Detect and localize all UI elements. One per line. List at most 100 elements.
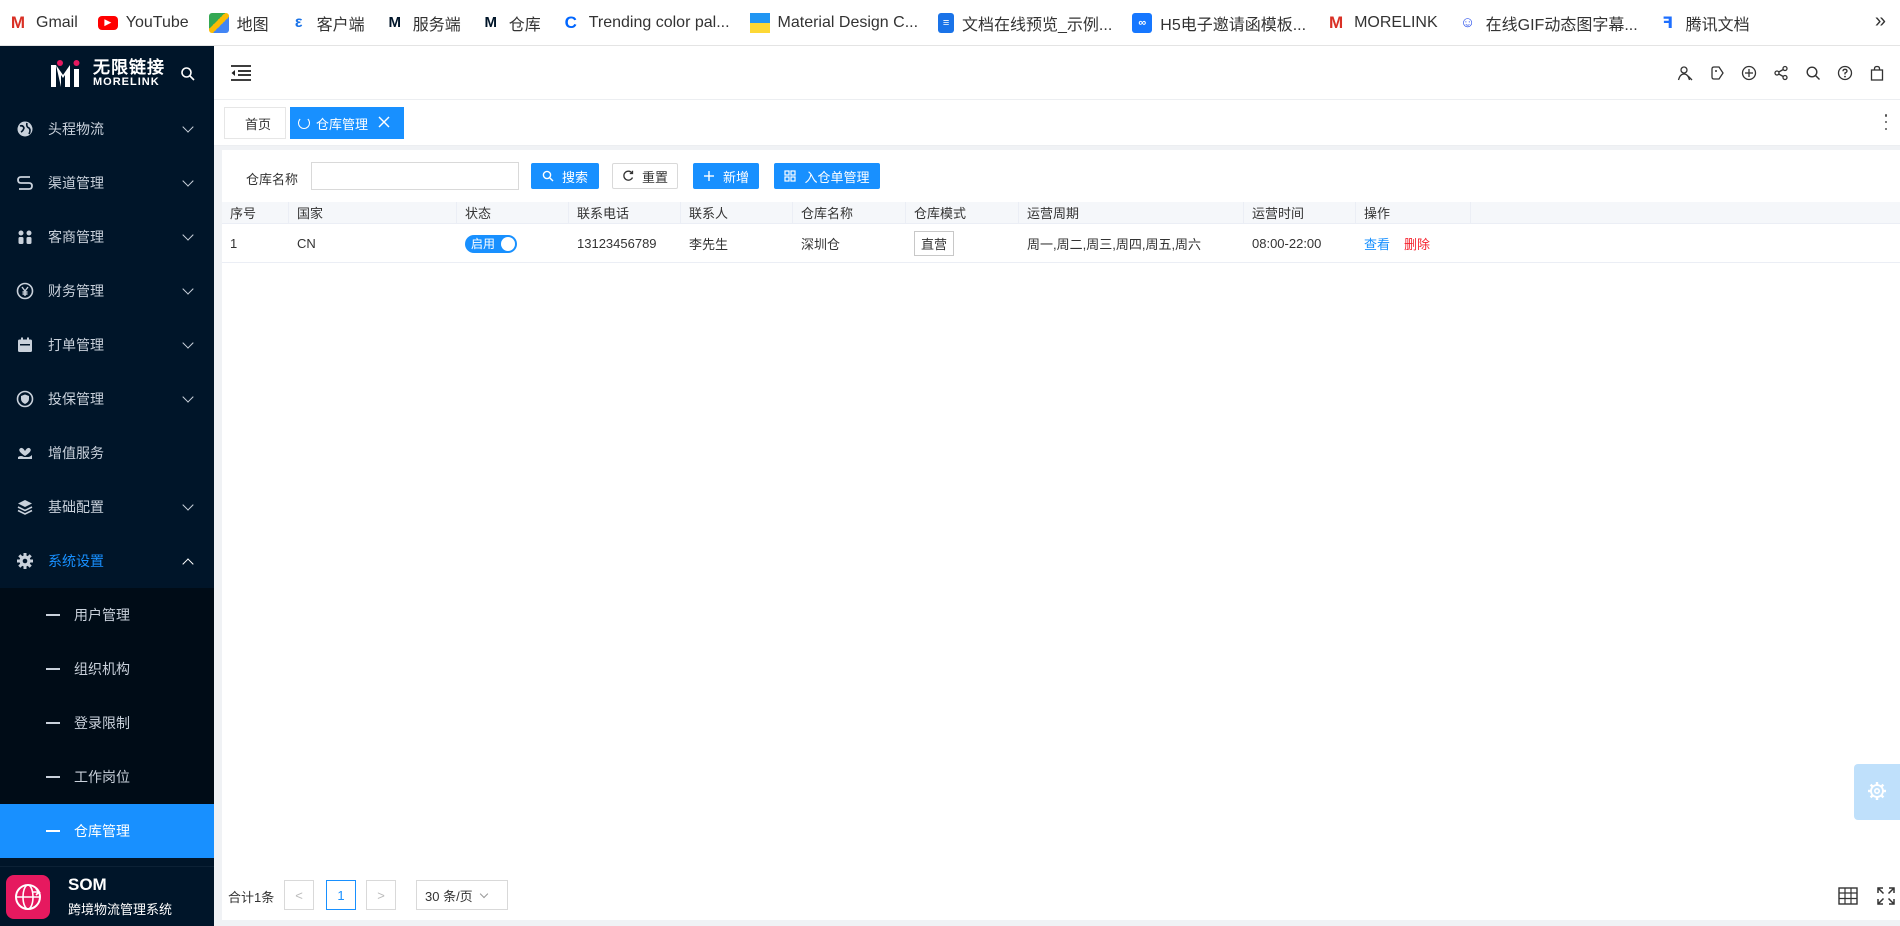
bookmark-material[interactable]: Material Design C... — [749, 0, 918, 46]
gear-icon — [16, 552, 34, 570]
sidebar-item-warehouse-management[interactable]: 仓库管理 — [0, 804, 214, 858]
share-icon[interactable] — [1772, 64, 1790, 82]
chevron-down-icon — [182, 229, 194, 241]
column-header[interactable]: 状态 — [457, 202, 569, 223]
column-header[interactable]: 操作 — [1356, 202, 1471, 223]
add-button[interactable]: 新增 — [693, 163, 759, 189]
fullscreen-icon[interactable] — [1876, 886, 1896, 906]
sidebar: 无限链接 MORELINK 头程物流 渠道管理 客商管理 财务管理 打单管理 投… — [0, 46, 214, 926]
app-subtitle: 跨境物流管理系统 — [68, 902, 173, 917]
column-header[interactable]: 仓库名称 — [793, 202, 906, 223]
sidebar-item-insurance-management[interactable]: 投保管理 — [0, 372, 214, 426]
theme-settings-button[interactable] — [1854, 764, 1900, 820]
sidebar-item-user-management[interactable]: 用户管理 — [0, 588, 214, 642]
bookmark-label: 地图 — [236, 16, 269, 34]
dash-icon — [46, 668, 60, 670]
user-switch-icon[interactable] — [1676, 64, 1694, 82]
column-header[interactable]: 运营时间 — [1244, 202, 1356, 223]
table-settings-icon[interactable] — [1838, 886, 1858, 906]
prev-page-button[interactable]: < — [284, 880, 314, 910]
bookmark-tencent-doc[interactable]: ꟻ 腾讯文档 — [1658, 0, 1749, 46]
cell-actions: 查看 删除 — [1356, 225, 1471, 262]
bookmark-doc-preview[interactable]: ≡ 文档在线预览_示例... — [938, 0, 1112, 46]
bookmark-warehouse[interactable]: M 仓库 — [481, 0, 541, 46]
plus-icon — [703, 170, 715, 182]
shopping-bag-icon[interactable] — [1868, 64, 1886, 82]
gmail-icon: M — [10, 12, 26, 32]
add-button-label: 新增 — [722, 169, 749, 185]
bookmark-gif[interactable]: ☺ 在线GIF动态图字幕... — [1458, 0, 1638, 46]
column-header[interactable]: 国家 — [289, 202, 457, 223]
bookmark-server[interactable]: M 服务端 — [385, 0, 460, 46]
gear-icon — [1866, 780, 1888, 805]
inbound-order-button[interactable]: 入仓单管理 — [774, 163, 880, 189]
sidebar-item-system-settings[interactable]: 系统设置 — [0, 534, 214, 588]
collapse-menu-icon[interactable] — [230, 64, 252, 82]
column-header[interactable]: 联系人 — [681, 202, 793, 223]
sidebar-item-organization[interactable]: 组织机构 — [0, 642, 214, 696]
bookmark-label: 客户端 — [316, 16, 365, 34]
calendar-icon — [16, 336, 34, 354]
delete-link[interactable]: 删除 — [1404, 234, 1430, 253]
sidebar-item-value-added-services[interactable]: 增值服务 — [0, 426, 214, 480]
column-header[interactable]: 运营周期 — [1019, 202, 1244, 223]
bookmark-coolors[interactable]: C Trending color pal... — [561, 0, 730, 46]
next-page-button[interactable]: > — [366, 880, 396, 910]
doc-icon: ≡ — [938, 12, 955, 33]
sidebar-item-label: 增值服务 — [48, 445, 104, 461]
client-icon: ε — [294, 13, 303, 31]
bookmarks-bar: M Gmail ▶ YouTube 地图 ε 客户端 M 服务端 M 仓库 C … — [0, 0, 1900, 46]
close-icon[interactable] — [378, 116, 390, 128]
sidebar-item-login-restriction[interactable]: 登录限制 — [0, 696, 214, 750]
warehouse-name-input[interactable] — [311, 162, 519, 190]
bookmark-client[interactable]: ε 客户端 — [289, 0, 365, 46]
search-icon[interactable] — [180, 66, 196, 82]
bookmark-youtube[interactable]: ▶ YouTube — [97, 0, 189, 46]
cell-country: CN — [297, 236, 316, 251]
refresh-icon[interactable] — [298, 117, 310, 129]
bookmark-label: 仓库 — [508, 16, 541, 34]
sidebar-item-finance-management[interactable]: 财务管理 — [0, 264, 214, 318]
gif-icon: ☺ — [1459, 14, 1476, 31]
toggle-knob — [501, 236, 515, 251]
search-icon[interactable] — [1804, 64, 1822, 82]
sidebar-item-order-printing[interactable]: 打单管理 — [0, 318, 214, 372]
app-switcher[interactable]: SOM 跨境物流管理系统 — [0, 866, 214, 926]
page-number-button[interactable]: 1 — [326, 880, 356, 910]
reset-button[interactable]: 重置 — [612, 163, 678, 189]
bookmark-morelink[interactable]: M MORELINK — [1326, 0, 1438, 46]
sidebar-item-label: 头程物流 — [48, 121, 104, 137]
bookmarks-overflow-button[interactable]: » — [1875, 10, 1886, 33]
top-header — [214, 46, 1900, 100]
sidebar-item-channel-management[interactable]: 渠道管理 — [0, 156, 214, 210]
search-icon — [542, 170, 554, 182]
bookmark-maps[interactable]: 地图 — [208, 0, 269, 46]
filter-bar: 仓库名称 搜索 重置 新增 入仓单管理 — [222, 150, 1900, 202]
logo[interactable]: 无限链接 MORELINK — [0, 46, 214, 102]
sidebar-item-first-leg-logistics[interactable]: 头程物流 — [0, 102, 214, 156]
column-header[interactable]: 序号 — [222, 202, 289, 223]
sidebar-item-basic-config[interactable]: 基础配置 — [0, 480, 214, 534]
users-icon — [16, 228, 34, 246]
more-vertical-icon[interactable] — [1884, 114, 1888, 130]
search-button[interactable]: 搜索 — [531, 163, 599, 189]
sidebar-item-label: 仓库管理 — [74, 823, 130, 839]
tab-home[interactable]: 首页 — [224, 107, 286, 139]
column-header[interactable]: 联系电话 — [569, 202, 681, 223]
sidebar-item-merchant-management[interactable]: 客商管理 — [0, 210, 214, 264]
view-link[interactable]: 查看 — [1364, 234, 1390, 253]
lock-screen-icon[interactable] — [1740, 64, 1758, 82]
chevron-down-icon — [182, 337, 194, 349]
bookmark-gmail[interactable]: M Gmail — [8, 0, 78, 46]
globe-icon — [16, 120, 34, 138]
som-logo-icon — [6, 874, 50, 919]
page-size-select[interactable]: 30 条/页 — [416, 880, 508, 910]
tag-icon[interactable] — [1708, 64, 1726, 82]
status-toggle[interactable]: 启用 — [465, 234, 517, 253]
help-icon[interactable] — [1836, 64, 1854, 82]
sidebar-item-job-positions[interactable]: 工作岗位 — [0, 750, 214, 804]
bookmark-h5[interactable]: ∞ H5电子邀请函模板... — [1132, 0, 1306, 46]
column-header[interactable]: 仓库模式 — [906, 202, 1019, 223]
bookmark-label: 文档在线预览_示例... — [962, 16, 1113, 34]
tab-warehouse-management[interactable]: 仓库管理 — [290, 107, 404, 139]
